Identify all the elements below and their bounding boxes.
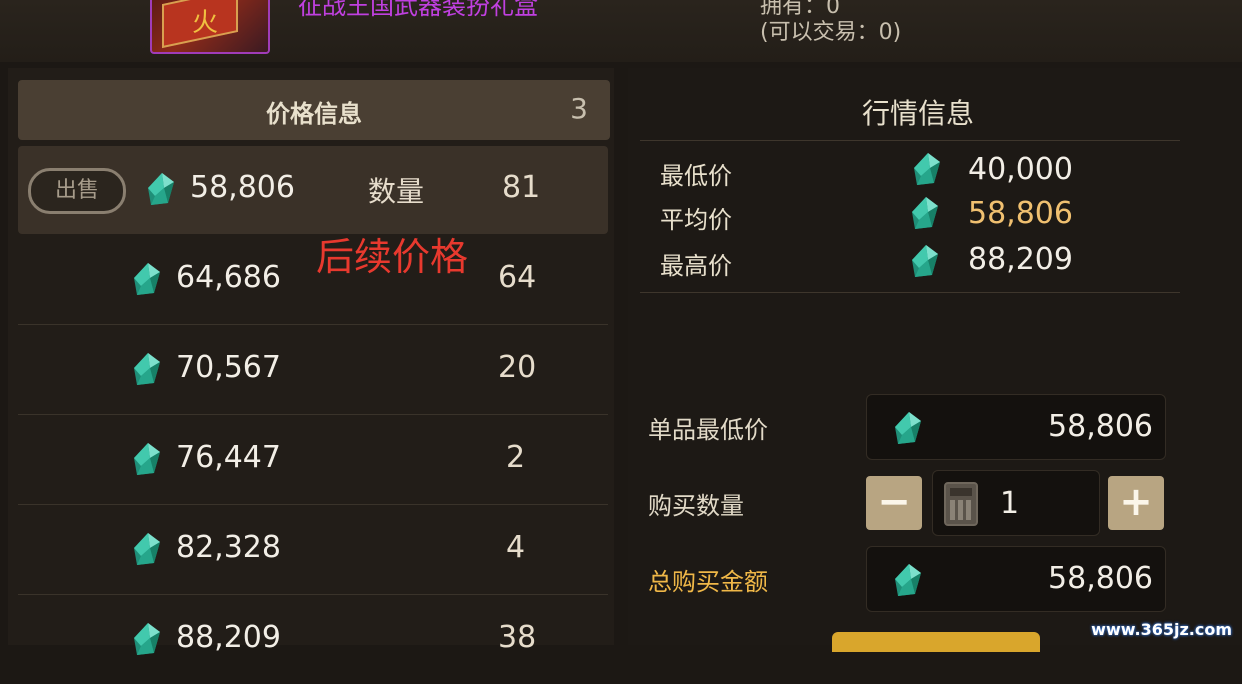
highest-price-value: 88,209 [968, 242, 1073, 277]
listing-price: 70,567 [176, 350, 281, 385]
listing-row[interactable]: 64,686 64 [18, 236, 608, 325]
gem-icon [132, 622, 162, 656]
lowest-price-label: 最低价 [660, 162, 732, 190]
unit-min-price-value: 58,806 [1048, 409, 1153, 444]
listing-qty: 4 [506, 530, 526, 565]
quantity-label: 数量 [368, 175, 425, 208]
listing-price: 58,806 [190, 170, 295, 205]
gem-icon [132, 262, 162, 296]
gem-icon [893, 563, 923, 597]
buy-button[interactable] [832, 632, 1040, 652]
listing-row[interactable]: 70,567 20 [18, 326, 608, 415]
calculator-icon[interactable] [944, 482, 978, 526]
gem-icon [132, 352, 162, 386]
gem-icon [910, 244, 940, 278]
price-panel-title: 价格信息 [266, 100, 362, 128]
listing-price: 88,209 [176, 620, 281, 655]
listing-qty: 81 [502, 170, 541, 205]
flame-icon: 火 [192, 8, 219, 38]
tradable-count: (可以交易：0) [760, 20, 902, 45]
increase-quantity-button[interactable]: + [1108, 476, 1164, 530]
calculator-screen [950, 488, 972, 496]
decrease-quantity-button[interactable]: − [866, 476, 922, 530]
listing-price: 82,328 [176, 530, 281, 565]
listing-price: 76,447 [176, 440, 281, 475]
total-amount-box: 58,806 [866, 546, 1166, 612]
divider [640, 292, 1180, 293]
quantity-value[interactable]: 1 [1000, 486, 1019, 521]
watermark: www.365jz.com [1091, 620, 1232, 639]
listing-row[interactable]: 76,447 2 [18, 416, 608, 505]
gem-icon [910, 196, 940, 230]
average-price-value: 58,806 [968, 196, 1073, 231]
gem-icon [132, 442, 162, 476]
sell-button[interactable]: 出售 [28, 168, 126, 214]
listing-count: 3 [570, 92, 588, 125]
gem-icon [146, 172, 176, 206]
calculator-keys [950, 500, 972, 520]
total-amount-label: 总购买金额 [648, 568, 768, 596]
gem-icon [893, 411, 923, 445]
divider [640, 140, 1180, 141]
buy-quantity-label: 购买数量 [648, 492, 744, 520]
listing-price: 64,686 [176, 260, 281, 295]
listing-qty: 2 [506, 440, 526, 475]
listing-row[interactable]: 出售 58,806 数量 81 [18, 146, 608, 234]
highest-price-label: 最高价 [660, 252, 732, 280]
average-price-label: 平均价 [660, 206, 732, 234]
listing-qty: 64 [498, 260, 537, 295]
total-amount-value: 58,806 [1048, 561, 1153, 596]
listing-qty: 38 [498, 620, 537, 655]
gem-icon [132, 532, 162, 566]
item-icon: 火 [150, 0, 270, 54]
gem-icon [912, 152, 942, 186]
listing-row[interactable]: 82,328 4 [18, 506, 608, 595]
item-name: 征战王国武器装扮礼盒 [298, 0, 538, 20]
price-panel-header: 价格信息 3 [18, 80, 610, 140]
listing-row[interactable]: 88,209 38 [18, 596, 608, 684]
unit-min-price-box: 58,806 [866, 394, 1166, 460]
market-panel-title: 行情信息 [861, 97, 974, 130]
lowest-price-value: 40,000 [968, 152, 1073, 187]
listing-qty: 20 [498, 350, 537, 385]
unit-min-price-label: 单品最低价 [648, 416, 768, 444]
